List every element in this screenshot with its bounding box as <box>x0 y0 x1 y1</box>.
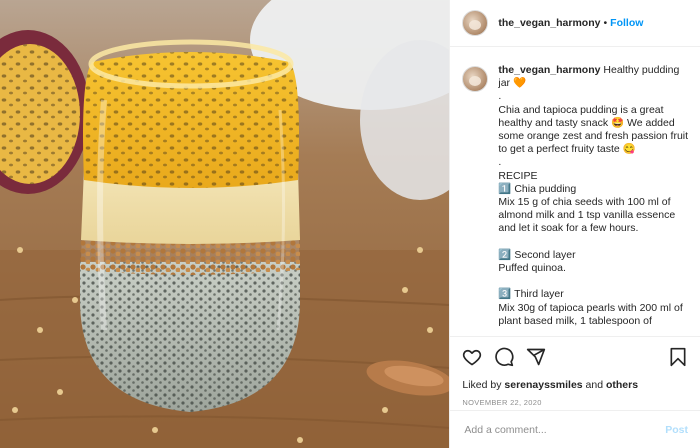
action-icons <box>450 337 700 369</box>
bookmark-icon[interactable] <box>668 347 688 367</box>
comment-input[interactable] <box>462 422 666 437</box>
share-icon[interactable] <box>526 347 546 367</box>
comment-icon[interactable] <box>494 347 514 367</box>
separator-dot: • <box>603 17 608 29</box>
author-username[interactable]: the_vegan_harmony <box>498 17 600 29</box>
post-caption: the_vegan_harmony Healthy pudding jar 🧡 … <box>462 64 692 340</box>
instagram-post-view: the_vegan_harmony • Follow the_vegan_har… <box>0 0 700 448</box>
heart-icon[interactable] <box>462 347 482 367</box>
liked-by: Liked by serenayssmiles and others <box>450 369 700 391</box>
pudding-jar-image <box>0 0 450 448</box>
caption-body: . Chia and tapioca pudding is a great he… <box>498 90 689 327</box>
liked-by-user[interactable]: serenayssmiles <box>504 379 582 391</box>
post-side-panel: the_vegan_harmony • Follow the_vegan_har… <box>449 0 700 448</box>
caption-username[interactable]: the_vegan_harmony <box>498 64 600 76</box>
post-comment-button[interactable]: Post <box>665 424 688 436</box>
caption-avatar[interactable] <box>462 66 489 92</box>
post-header: the_vegan_harmony • Follow <box>450 0 700 47</box>
author-avatar[interactable] <box>462 10 489 36</box>
caption-text: the_vegan_harmony Healthy pudding jar 🧡 … <box>498 64 692 340</box>
post-photo[interactable] <box>0 0 450 448</box>
liked-by-others[interactable]: others <box>606 379 638 391</box>
liked-by-middle: and <box>582 379 606 391</box>
comment-bar: Post <box>450 410 700 448</box>
follow-button[interactable]: Follow <box>610 17 643 29</box>
post-date[interactable]: NOVEMBER 22, 2020 <box>450 391 700 407</box>
liked-by-prefix: Liked by <box>462 379 505 391</box>
